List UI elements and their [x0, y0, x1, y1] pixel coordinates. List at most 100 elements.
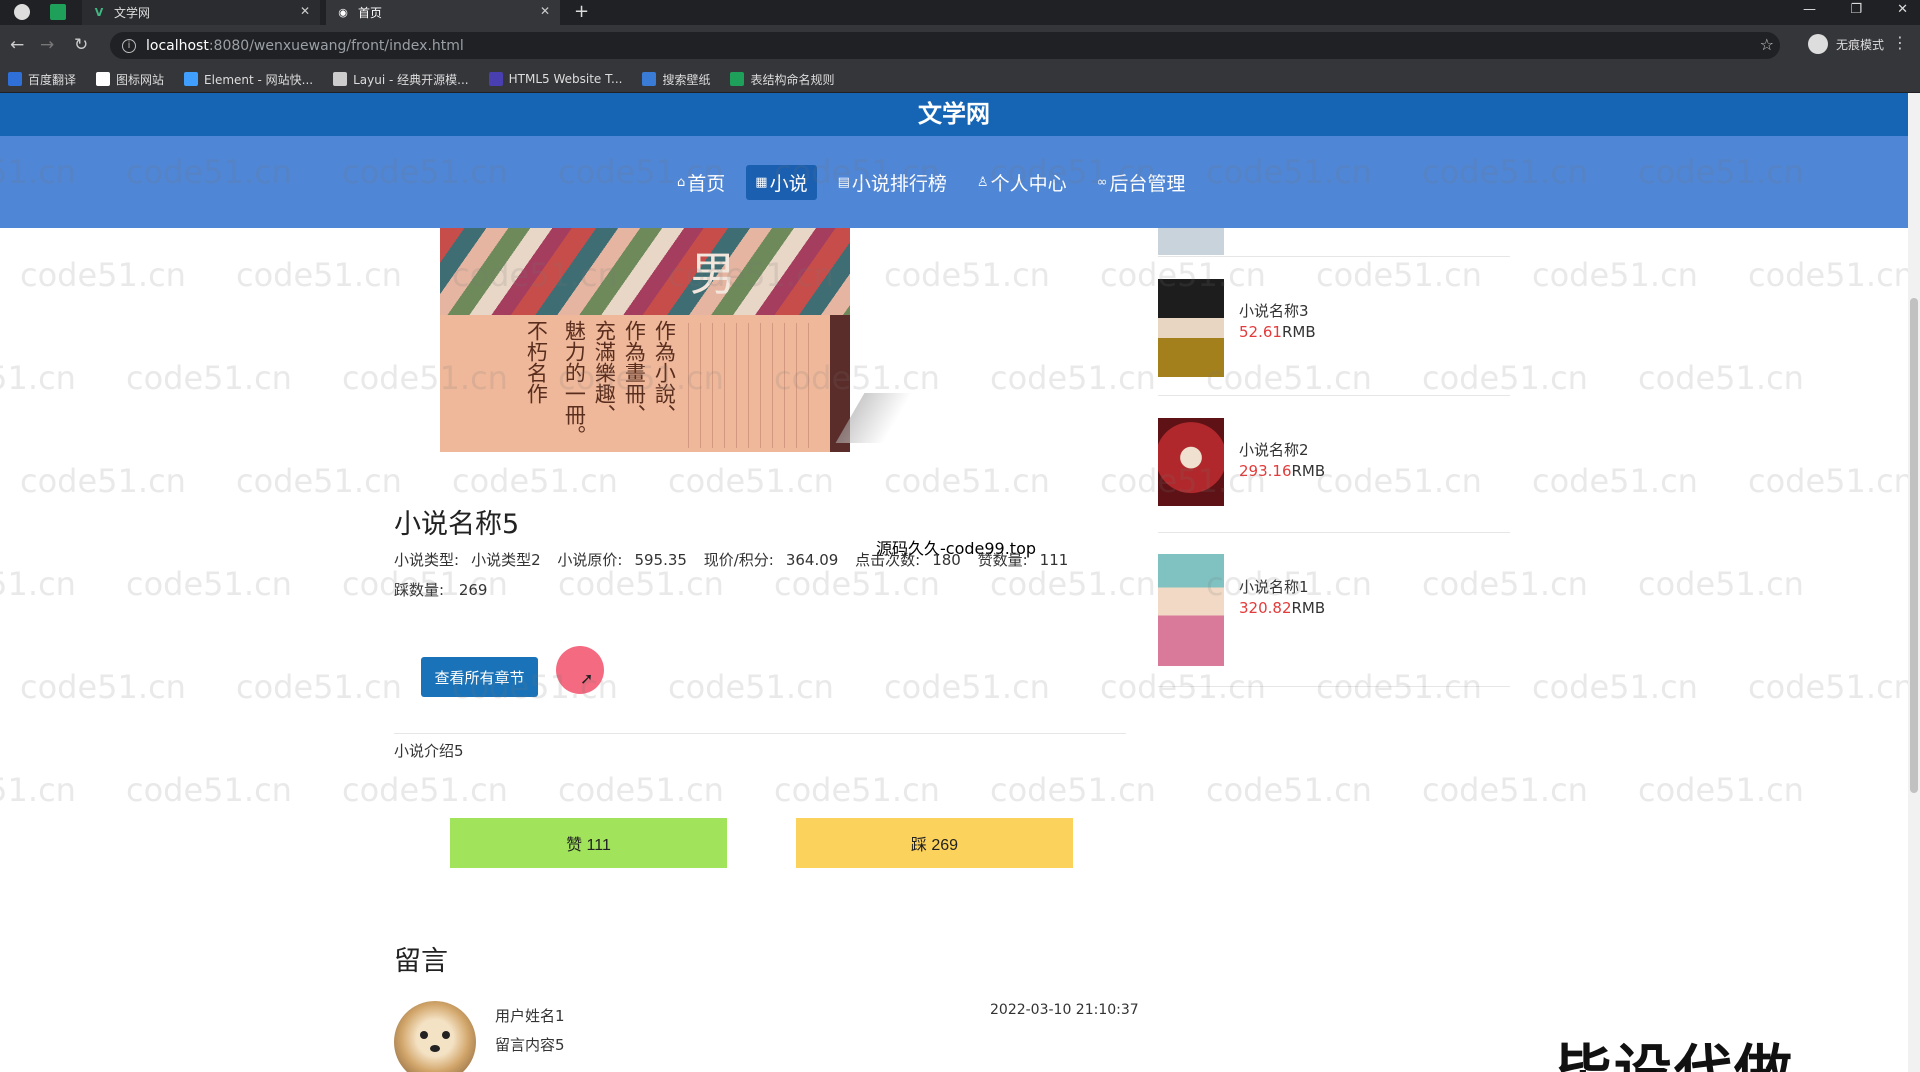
bookmark-label: 图标网站 [116, 72, 165, 87]
home-icon: ⌂ [677, 175, 686, 190]
watermark-text: code51.cn [1422, 771, 1588, 809]
close-tab-icon[interactable]: ✕ [540, 4, 550, 18]
forward-icon[interactable]: → [40, 35, 54, 55]
incognito-indicator[interactable]: 无痕模式 [1807, 34, 1884, 54]
sidebar-book-name[interactable]: 小说名称1 [1239, 576, 1309, 597]
pinned-tab-globe-icon[interactable] [14, 4, 30, 20]
nav-item[interactable]: ▦ 小说 [746, 165, 817, 200]
bookmark-item[interactable]: 百度翻译 [8, 71, 76, 88]
bookmark-item[interactable]: 表结构命名规则 [730, 71, 834, 88]
restore-icon[interactable]: ❐ [1850, 2, 1862, 17]
dislikes-label: 踩数量: [394, 581, 445, 599]
reload-icon[interactable]: ↻ [74, 35, 88, 55]
nav-item[interactable]: ♙ 个人中心 [968, 165, 1076, 200]
nav-item[interactable]: ⌂ 首页 [668, 165, 734, 200]
avatar-nose [430, 1045, 440, 1052]
sidebar-book-price: 320.82RMB [1239, 599, 1325, 617]
comments-title: 留言 [394, 946, 448, 977]
partial-thumbnail [1158, 228, 1224, 255]
cover-column: 作為畫冊、 [622, 320, 647, 425]
scrollbar-thumb[interactable] [1910, 298, 1918, 793]
view-all-chapters-button[interactable]: 查看所有章节 [421, 657, 538, 697]
like-button[interactable]: 赞 111 [450, 818, 727, 868]
nav-item[interactable]: ∞ 后台管理 [1088, 165, 1195, 200]
bookmark-item[interactable]: HTML5 Website T... [488, 72, 623, 86]
watermark-text: code51.cn [20, 668, 186, 706]
avatar [394, 1001, 476, 1072]
watermark-text: code51.cn [20, 256, 186, 294]
url-field[interactable]: i localhost :8080/wenxuewang/front/index… [110, 32, 1780, 59]
close-tab-icon[interactable]: ✕ [300, 4, 310, 18]
avatar-eye [442, 1031, 450, 1039]
type-label: 小说类型: [394, 551, 460, 569]
watermark-text: code51.cn [558, 565, 724, 603]
tab-wenxuewang[interactable]: V 文学网 ✕ [82, 0, 320, 25]
watermark-text: code51.cn [1638, 359, 1804, 397]
watermark-text: code51.cn [884, 668, 1050, 706]
minimize-icon[interactable]: — [1803, 2, 1816, 17]
bookmark-label: 搜索壁纸 [662, 72, 711, 87]
bookmark-favicon-icon [642, 72, 657, 86]
orig-price-label: 小说原价: [557, 551, 623, 569]
close-window-icon[interactable]: ✕ [1897, 2, 1908, 17]
watermark-text: code51.cn [990, 359, 1156, 397]
likes-value: 111 [1039, 551, 1069, 569]
vue-icon: V [94, 6, 104, 19]
sidebar-book-name[interactable]: 小说名称2 [1239, 439, 1309, 460]
bookmark-item[interactable]: Element - 网站快... [184, 71, 313, 88]
browser-tab-bar: V 文学网 ✕ ◉ 首页 ✕ + — ❐ ✕ [0, 0, 1920, 25]
book-thumbnail[interactable] [1158, 279, 1224, 377]
watermark-text: code51.cn [1748, 256, 1908, 294]
bookmark-item[interactable]: 图标网站 [96, 71, 164, 88]
main-nav: ⌂ 首页 ▦ 小说 ▤ 小说排行榜 ♙ 个人中心 ∞ 后台管理 [0, 136, 1908, 228]
watermark-text: code51.cn [236, 668, 402, 706]
cover-column: 魅力的一冊。 [562, 320, 587, 446]
sidebar-book-name[interactable]: 小说名称3 [1239, 300, 1309, 321]
url-path: :8080/wenxuewang/front/index.html [208, 37, 464, 54]
watermark-text: code51.cn [774, 771, 940, 809]
back-icon[interactable]: ← [10, 35, 24, 55]
comment-time: 2022-03-10 21:10:37 [990, 1002, 1139, 1018]
incognito-icon [1807, 34, 1828, 54]
page-scrollbar[interactable] [1908, 93, 1920, 1072]
cover-side-text: 不朽名作 [524, 320, 549, 404]
price-label: 现价/积分: [703, 551, 774, 569]
book-thumbnail[interactable] [1158, 418, 1224, 506]
price-number: 293.16 [1239, 462, 1292, 480]
bookmark-favicon-icon [730, 72, 745, 86]
sidebar-book-item[interactable]: 小说名称1 320.82RMB [1158, 533, 1510, 687]
cover-column: 作為小說、 [652, 320, 677, 425]
orig-price-value: 595.35 [634, 551, 687, 569]
bookmark-item[interactable]: Layui - 经典开源模... [333, 71, 469, 88]
bookmark-label: 百度翻译 [28, 72, 77, 87]
bookmark-item[interactable]: 搜索壁纸 [642, 71, 710, 88]
tab-title: 文学网 [114, 6, 151, 20]
bookmark-label: 表结构命名规则 [750, 72, 835, 87]
nav-item[interactable]: ▤ 小说排行榜 [829, 165, 956, 200]
comment-content: 留言内容5 [495, 1036, 565, 1054]
page-viewport: 文学网 ⌂ 首页 ▦ 小说 ▤ 小说排行榜 ♙ 个人中心 ∞ 后台管理 男 不朽名作 魅力的一冊。… [0, 93, 1908, 1072]
bookmarks-bar: 百度翻译 图标网站 Element - 网站快... Layui - 经典开源模...… [0, 66, 1920, 93]
dislike-button[interactable]: 踩 269 [796, 818, 1073, 868]
bookmark-favicon-icon [333, 72, 348, 86]
watermark-text: code51.cn [1532, 668, 1698, 706]
browser-menu-icon[interactable]: ⋮ [1892, 33, 1908, 52]
watermark-text: code51.cn [668, 668, 834, 706]
watermark-text: code51.cn [236, 256, 402, 294]
type-value: 小说类型2 [471, 551, 541, 569]
link-icon: ∞ [1096, 175, 1108, 190]
watermark-text: code51.cn [126, 565, 292, 603]
nav-label: 个人中心 [990, 173, 1067, 195]
new-tab-button[interactable]: + [574, 1, 589, 22]
tab-home[interactable]: ◉ 首页 ✕ [326, 0, 560, 25]
book-thumbnail[interactable] [1158, 554, 1224, 666]
bookmark-label: HTML5 Website T... [508, 72, 623, 86]
divider [394, 733, 1126, 734]
pinned-tab-sheet-icon[interactable] [50, 4, 66, 20]
sidebar-book-item[interactable]: 小说名称2 293.16RMB [1158, 396, 1510, 533]
sidebar-book-item[interactable]: 小说名称3 52.61RMB [1158, 256, 1510, 396]
watermark-text: code51.cn [1206, 771, 1372, 809]
site-info-icon[interactable]: i [122, 38, 136, 53]
cover-floral-pattern [440, 228, 850, 315]
bookmark-star-icon[interactable]: ☆ [1760, 35, 1774, 54]
